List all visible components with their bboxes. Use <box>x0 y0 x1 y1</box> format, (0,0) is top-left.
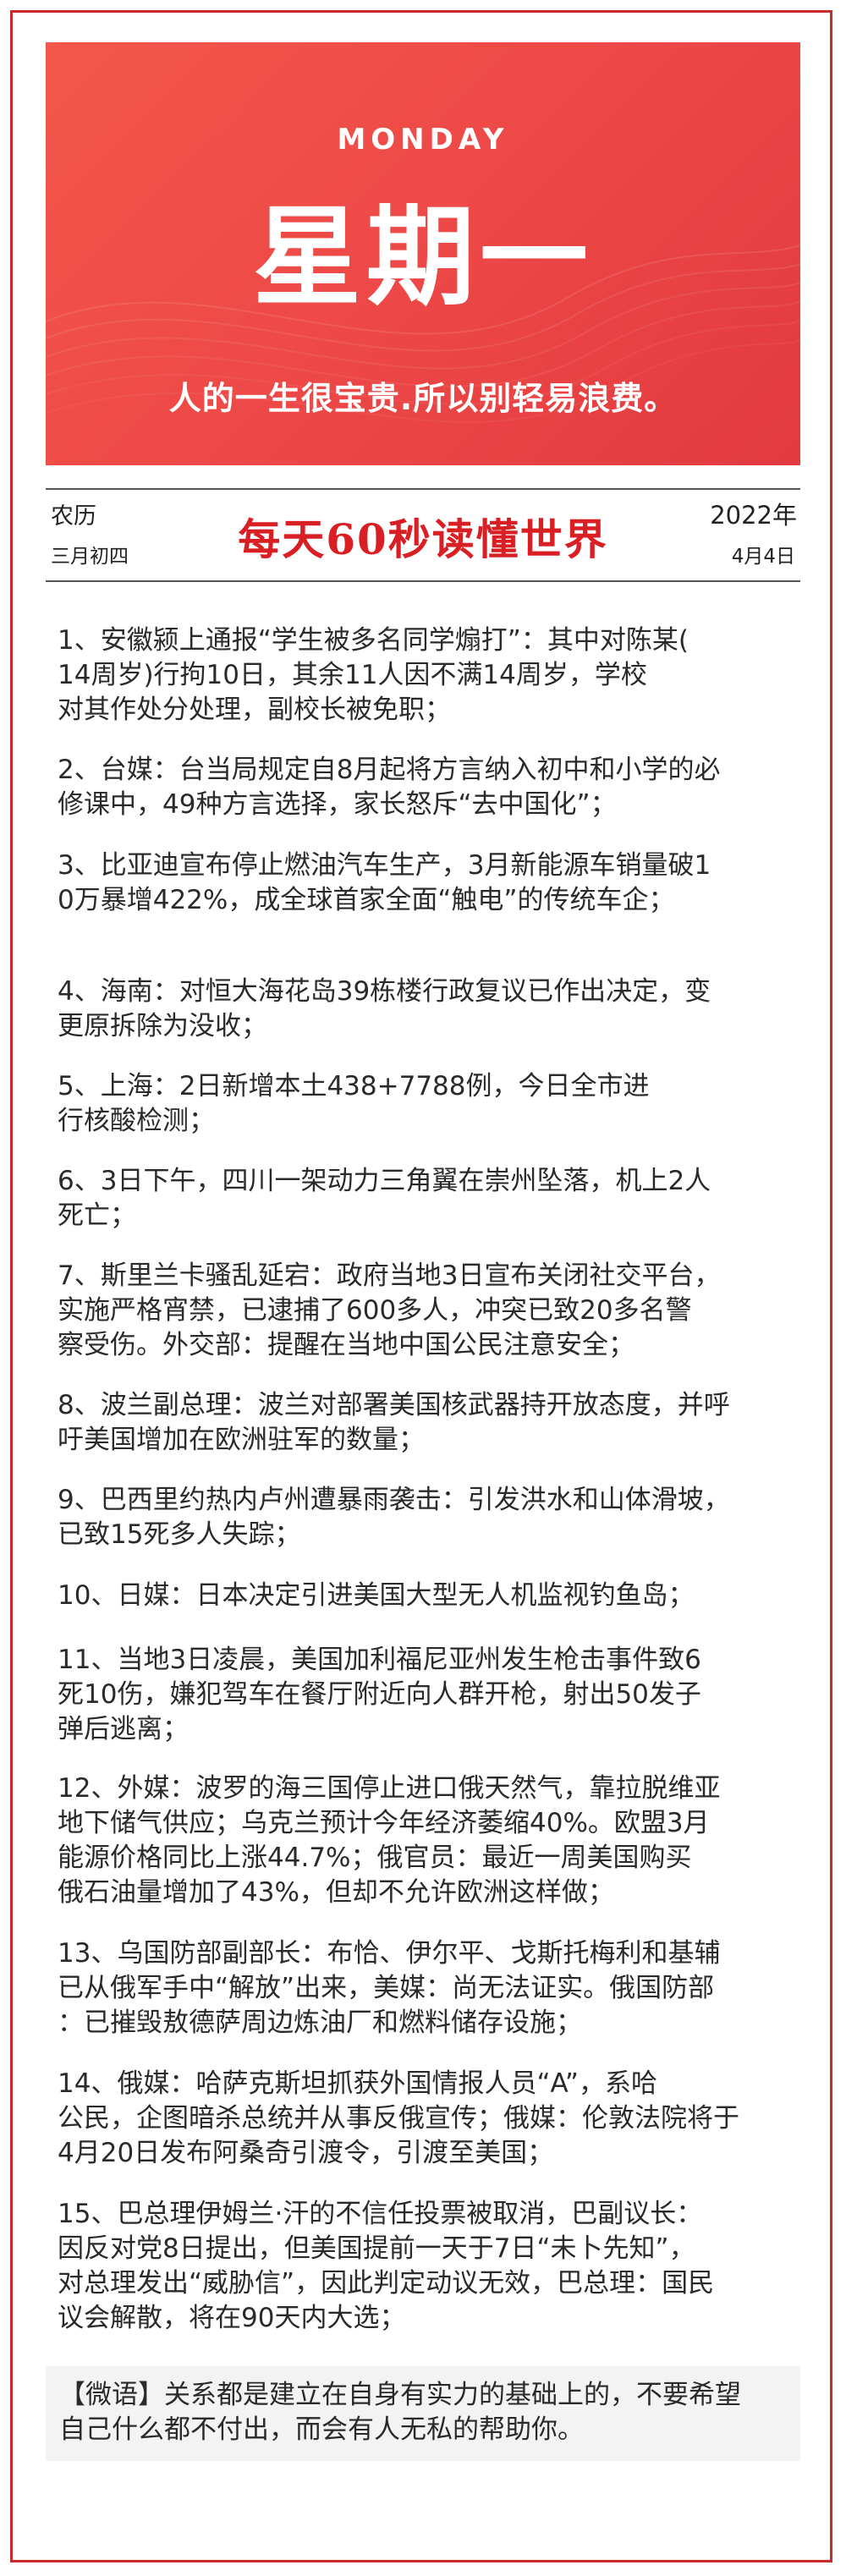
gregorian-month-day: 4月4日 <box>731 546 795 568</box>
news-item-15: 15、巴总理伊姆兰·汗的不信任投票被取消，巴副议长： 因反对党8日提出，但美国提… <box>58 2199 715 2333</box>
news-item-2: 2、台媒：台当局规定自8月起将方言纳入初中和小学的必 修课中，49种方言选择，家… <box>58 755 721 820</box>
header-banner: MONDAY 星期一 人的一生很宝贵.所以别轻易浪费。 <box>46 42 800 465</box>
news-item-3: 3、比亚迪宣布停止燃油汽车生产，3月新能源车销量破1 0万暴增422%，成全球首… <box>58 850 711 915</box>
news-item-11: 11、当地3日凌晨，美国加利福尼亚州发生枪击事件致6 死10伤，嫌犯驾车在餐厅附… <box>58 1645 701 1744</box>
daily-quote: 【微语】关系都是建立在自身有实力的基础上的，不要希望 自己什么都不付出，而会有人… <box>46 2366 800 2461</box>
news-item-6: 6、3日下午，四川一架动力三角翼在崇州坠落，机上2人 死亡； <box>58 1166 711 1231</box>
news-list: 1、安徽颍上通报“学生被多名同学煽打”：其中对陈某( 14周岁)行拘10日，其余… <box>58 601 802 2336</box>
news-item-13: 13、乌国防部副部长：布恰、伊尔平、戈斯托梅利和基辅 已从俄军手中“解放”出来，… <box>58 1938 721 2038</box>
banner-motto: 人的一生很宝贵.所以别轻易浪费。 <box>168 380 678 417</box>
news-item-5: 5、上海：2日新增本土438+7788例，今日全市进 行核酸检测； <box>58 1071 650 1136</box>
weekday-chinese: 星期一 <box>252 194 593 321</box>
dateline-bottom-rule <box>46 580 800 582</box>
news-item-12: 12、外媒：波罗的海三国停止进口俄天然气，靠拉脱维亚 地下储气供应；乌克兰预计今… <box>58 1773 721 1908</box>
news-item-9: 9、巴西里约热内卢州遭暴雨袭击：引发洪水和山体滑坡， 已致15死多人失踪； <box>58 1485 730 1550</box>
news-item-8: 8、波兰副总理：波兰对部署美国核武器持开放态度，并呼 吁美国增加在欧洲驻军的数量… <box>58 1390 730 1455</box>
news-item-14: 14、俄媒：哈萨克斯坦抓获外国情报人员“A”，系哈 公民，企图暗杀总统并从事反俄… <box>58 2068 739 2168</box>
gregorian-year: 2022年 <box>710 501 797 530</box>
news-item-4: 4、海南：对恒大海花岛39栋楼行政复议已作出决定，变 更原拆除为没收； <box>58 976 711 1041</box>
weekday-english: MONDAY <box>337 123 509 157</box>
news-item-10: 10、日媒：日本决定引进美国大型无人机监视钓鱼岛； <box>58 1580 695 1611</box>
news-item-7: 7、斯里兰卡骚乱延宕：政府当地3日宣布关闭社交平台， 实施严格宵禁，已逮捕了60… <box>58 1261 721 1360</box>
news-item-1: 1、安徽颍上通报“学生被多名同学煽打”：其中对陈某( 14周岁)行拘10日，其余… <box>58 625 689 725</box>
dateline-top-rule <box>46 488 800 490</box>
